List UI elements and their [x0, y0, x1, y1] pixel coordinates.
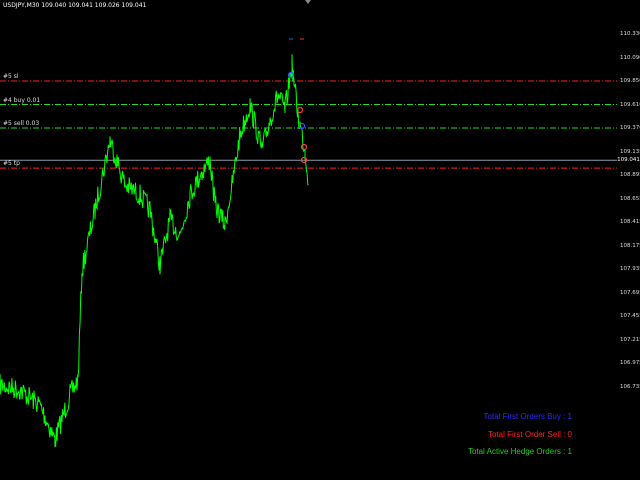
- stats-hedge-orders: Total Active Hedge Orders : 1: [467, 447, 572, 456]
- stats-first-buy: Total First Orders Buy : 1: [483, 412, 572, 421]
- price-axis[interactable]: 110.330 110.090 109.850 109.610 109.370 109.1…: [617, 0, 640, 480]
- chart-area[interactable]: USDJPY,M30 109.040 109.041 109.026 109.0…: [0, 0, 640, 480]
- price-tick-label: 109.135: [620, 148, 640, 155]
- price-chart-canvas[interactable]: [0, 0, 617, 480]
- price-line: [0, 54, 309, 448]
- price-tick-label: 106.735: [620, 383, 640, 390]
- stats-first-sell: Total First Order Sell : 0: [487, 430, 572, 439]
- level-label: #5 sl: [3, 73, 19, 80]
- price-tick-label: 107.215: [620, 336, 640, 343]
- price-tick-label: 110.090: [620, 54, 640, 61]
- price-tick-label: 107.695: [620, 289, 640, 296]
- price-tick-label: 107.455: [620, 313, 640, 319]
- current-price-tag: 109.041: [617, 156, 640, 165]
- price-tick-label: 108.895: [620, 172, 640, 178]
- price-tick-label: 106.975: [620, 360, 640, 366]
- price-tick-label: 109.850: [620, 78, 640, 84]
- level-label: #5 tp: [3, 160, 20, 168]
- price-tick-label: 108.175: [620, 242, 640, 249]
- price-tick-label: 107.935: [620, 266, 640, 272]
- order-marker-icon[interactable]: [300, 143, 308, 151]
- price-tick-label: 109.610: [620, 101, 640, 108]
- price-tick-label: 109.370: [620, 125, 640, 131]
- price-tick-label: 108.415: [620, 219, 640, 225]
- level-label: #5 sell 0.03: [3, 120, 40, 127]
- price-tick-label: 108.655: [620, 195, 640, 202]
- level-label: #4 buy 0.01: [3, 96, 41, 104]
- price-tick-label: 110.330: [620, 31, 640, 37]
